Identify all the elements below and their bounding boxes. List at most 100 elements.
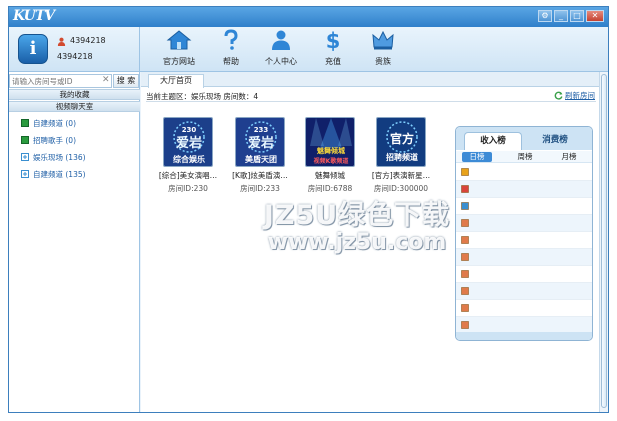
rank-medal-icon bbox=[461, 304, 469, 312]
thumb-line3: 美盾天团 bbox=[245, 154, 277, 164]
ranking-period-tabs: 日榜 周榜 月榜 bbox=[456, 151, 592, 163]
thumb-line3: 招聘频道 bbox=[386, 152, 418, 162]
toolbar: i 4394218 4394218 官方网站 帮助 个人中心 $ 充值 贵族 bbox=[9, 27, 608, 72]
refresh-label: 刷新房间 bbox=[565, 91, 595, 100]
user-panel: i 4394218 4394218 bbox=[9, 27, 140, 72]
thumb-line1: 230 bbox=[182, 126, 197, 134]
watermark-url: www.jz5u.com bbox=[267, 230, 447, 255]
room-id: 房间ID:230 bbox=[168, 184, 208, 193]
clear-icon[interactable]: ✕ bbox=[102, 75, 110, 85]
room-cover-image: 魅舞倾城 视频K歌频道 bbox=[306, 118, 354, 166]
room-card[interactable]: 官方 招聘频道 [官方]表演新星… 房间ID:300000 bbox=[364, 117, 438, 194]
room-thumbnail[interactable]: 魅舞倾城 视频K歌频道 bbox=[305, 117, 355, 167]
sidebar: ✕ 搜 索 我的收藏 视频聊天室 自建频道 (0) 招聘歌手 (0) 娱乐现场 … bbox=[9, 72, 140, 412]
tab-consumption-rank[interactable]: 消费榜 bbox=[526, 132, 584, 150]
nav-label: 充值 bbox=[325, 57, 341, 66]
channel-icon bbox=[21, 136, 29, 144]
help-icon bbox=[224, 29, 238, 50]
nav-recharge[interactable]: $ 充值 bbox=[311, 29, 355, 69]
maximize-button[interactable]: □ bbox=[570, 10, 584, 22]
room-card[interactable]: 魅舞倾城 视频K歌频道 魅舞倾城 房间ID:6788 bbox=[293, 117, 367, 194]
nav-noble[interactable]: 贵族 bbox=[361, 29, 405, 69]
avatar[interactable]: i bbox=[18, 34, 48, 64]
nav-label: 帮助 bbox=[223, 57, 239, 66]
ranking-footer bbox=[456, 332, 592, 340]
nav-help[interactable]: 帮助 bbox=[209, 29, 253, 69]
title-bar[interactable]: KUTV ⚙ _ □ ✕ bbox=[9, 7, 608, 27]
room-card[interactable]: 233 爱岩 美盾天团 [K歌]炫美盾演… 房间ID:233 bbox=[223, 117, 297, 194]
nav-personal-center[interactable]: 个人中心 bbox=[259, 29, 303, 69]
window-controls: ⚙ _ □ ✕ bbox=[538, 10, 604, 22]
room-thumbnail[interactable]: 233 爱岩 美盾天团 bbox=[235, 117, 285, 167]
ranking-row[interactable] bbox=[456, 164, 592, 181]
thumb-line2: 爱岩 bbox=[248, 135, 274, 151]
scrollbar-thumb[interactable] bbox=[601, 74, 607, 408]
person-icon bbox=[272, 30, 290, 50]
channel-label: 自建频道 (135) bbox=[33, 169, 86, 179]
app-logo: KUTV bbox=[13, 8, 55, 24]
ranking-row[interactable] bbox=[456, 300, 592, 317]
ranking-tabs: 收入榜 消费榜 bbox=[456, 127, 592, 150]
thumb-line1: 233 bbox=[254, 126, 269, 134]
tab-daily[interactable]: 日榜 bbox=[462, 152, 492, 162]
thumb-line2: 官方 bbox=[390, 131, 414, 146]
room-name: [官方]表演新星… bbox=[371, 171, 431, 180]
vertical-scrollbar[interactable] bbox=[599, 72, 608, 412]
home-icon bbox=[166, 30, 192, 50]
channel-label: 自建频道 (0) bbox=[33, 118, 77, 128]
rank-medal-icon bbox=[461, 287, 469, 295]
dollar-icon: $ bbox=[326, 29, 341, 53]
search-input[interactable] bbox=[9, 74, 112, 88]
search-bar: ✕ 搜 索 bbox=[9, 74, 140, 88]
room-card[interactable]: 230 爱岩 综合娱乐 [综合]美女演唱… 房间ID:230 bbox=[151, 117, 225, 194]
divider bbox=[146, 101, 596, 102]
channel-icon bbox=[21, 119, 29, 127]
rank-medal-icon bbox=[461, 168, 469, 176]
channel-item[interactable]: 自建频道 (0) bbox=[21, 117, 136, 129]
thumb-line3: 综合娱乐 bbox=[173, 154, 205, 164]
tab-strip: 大厅首页 bbox=[141, 72, 599, 88]
rank-medal-icon bbox=[461, 321, 469, 329]
channel-label: 招聘歌手 (0) bbox=[33, 135, 77, 145]
search-button[interactable]: 搜 索 bbox=[113, 74, 139, 88]
tab-lobby-home[interactable]: 大厅首页 bbox=[148, 74, 204, 88]
nav-official-site[interactable]: 官方网站 bbox=[157, 29, 201, 69]
nav-label: 官方网站 bbox=[163, 57, 195, 66]
thumb-line2: 魅舞倾城 bbox=[317, 146, 345, 155]
thumb-line3: 视频K歌频道 bbox=[314, 157, 349, 165]
ranking-row[interactable] bbox=[456, 283, 592, 300]
section-video-chat[interactable]: 视频聊天室 bbox=[9, 101, 140, 112]
channel-label: 娱乐现场 (136) bbox=[33, 152, 86, 162]
section-favorites[interactable]: 我的收藏 bbox=[9, 89, 140, 100]
channel-item[interactable]: 娱乐现场 (136) bbox=[21, 151, 136, 163]
user-id: 4394218 bbox=[70, 36, 106, 45]
room-thumbnail[interactable]: 官方 招聘频道 bbox=[376, 117, 426, 167]
settings-button[interactable]: ⚙ bbox=[538, 10, 552, 22]
ranking-row[interactable] bbox=[456, 266, 592, 283]
channel-item[interactable]: 招聘歌手 (0) bbox=[21, 134, 136, 146]
expand-icon bbox=[21, 170, 29, 178]
room-cover-image: 230 爱岩 综合娱乐 bbox=[164, 118, 212, 166]
user-icon bbox=[57, 37, 66, 46]
svg-text:$: $ bbox=[326, 29, 341, 51]
watermark: JZ5U绿色下载 www.jz5u.com bbox=[227, 193, 487, 255]
refresh-rooms-link[interactable]: 刷新房间 bbox=[554, 90, 595, 101]
watermark-title: JZ5U绿色下载 bbox=[263, 200, 451, 231]
room-name: 魅舞倾城 bbox=[315, 171, 345, 180]
refresh-icon bbox=[554, 91, 563, 100]
room-thumbnail[interactable]: 230 爱岩 综合娱乐 bbox=[163, 117, 213, 167]
room-cover-image: 官方 招聘频道 bbox=[377, 118, 425, 166]
room-cover-image: 233 爱岩 美盾天团 bbox=[236, 118, 284, 166]
minimize-button[interactable]: _ bbox=[554, 10, 568, 22]
user-number: 4394218 bbox=[57, 52, 93, 61]
tab-weekly[interactable]: 周榜 bbox=[510, 152, 540, 162]
thumb-line2: 爱岩 bbox=[176, 135, 202, 151]
channel-item[interactable]: 自建频道 (135) bbox=[21, 168, 136, 180]
nav-label: 个人中心 bbox=[265, 57, 297, 66]
app-window: KUTV ⚙ _ □ ✕ i 4394218 4394218 官方网站 帮助 个… bbox=[8, 6, 609, 413]
tab-income-rank[interactable]: 收入榜 bbox=[464, 132, 522, 150]
close-button[interactable]: ✕ bbox=[586, 10, 604, 22]
rank-medal-icon bbox=[461, 185, 469, 193]
nav-label: 贵族 bbox=[375, 57, 391, 66]
tab-monthly[interactable]: 月榜 bbox=[554, 152, 584, 162]
